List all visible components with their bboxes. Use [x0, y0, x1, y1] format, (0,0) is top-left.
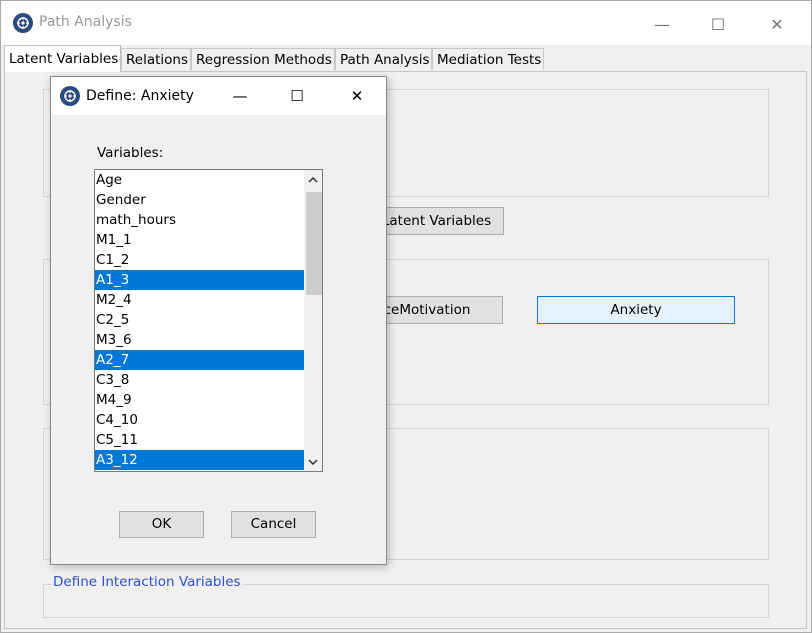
tab-regression-methods[interactable]: Regression Methods [191, 48, 335, 70]
list-item[interactable]: M3_6 [95, 330, 322, 350]
tab-relations[interactable]: Relations [121, 48, 191, 70]
list-item[interactable]: A3_12 [95, 450, 322, 470]
dialog-close-icon[interactable]: ✕ [334, 81, 380, 111]
latent-button-anxiety[interactable]: Anxiety [537, 296, 735, 324]
define-anxiety-dialog: Define: Anxiety — ☐ ✕ Variables: Age Gend… [50, 76, 387, 565]
dialog-maximize-icon[interactable]: ☐ [274, 81, 320, 111]
ok-button[interactable]: OK [119, 511, 204, 538]
list-item[interactable]: M1_1 [95, 230, 322, 250]
dialog-app-icon [60, 86, 80, 106]
list-item[interactable]: C2_5 [95, 310, 322, 330]
scroll-thumb[interactable] [306, 192, 322, 295]
list-item[interactable]: Gender [95, 190, 322, 210]
app-icon [13, 13, 33, 33]
list-item[interactable]: M4_9 [95, 390, 322, 410]
variables-listbox[interactable]: Age Gender math_hours M1_1 C1_2 A1_3 M2_4 C2_5 M… [94, 169, 323, 472]
variables-list: Age Gender math_hours M1_1 C1_2 A1_3 M2_4 C2_5 M… [95, 170, 322, 470]
list-item[interactable]: C1_2 [95, 250, 322, 270]
list-item[interactable]: math_hours [95, 210, 322, 230]
maximize-icon[interactable]: ☐ [695, 9, 741, 39]
list-item[interactable]: A2_7 [95, 350, 322, 370]
list-item[interactable]: M2_4 [95, 290, 322, 310]
close-icon[interactable]: ✕ [754, 9, 800, 39]
scroll-down-icon[interactable] [304, 453, 322, 470]
variables-label: Variables: [97, 145, 164, 161]
minimize-icon[interactable]: — [639, 9, 685, 39]
list-scrollbar[interactable] [304, 170, 322, 471]
list-item[interactable]: C4_10 [95, 410, 322, 430]
tab-mediation-tests[interactable]: Mediation Tests [432, 48, 544, 70]
list-item[interactable]: C5_11 [95, 430, 322, 450]
list-item[interactable]: Age [95, 170, 322, 190]
cancel-button[interactable]: Cancel [231, 511, 316, 538]
list-item[interactable]: C3_8 [95, 370, 322, 390]
tab-path-analysis[interactable]: Path Analysis [335, 48, 432, 70]
define-interaction-variables-label: Define Interaction Variables [53, 574, 243, 590]
dialog-titlebar[interactable]: Define: Anxiety — ☐ ✕ [51, 77, 386, 115]
main-titlebar[interactable]: Path Analysis — ☐ ✕ [1, 1, 811, 45]
scroll-up-icon[interactable] [304, 171, 322, 188]
tab-latent-variables[interactable]: Latent Variables [4, 45, 121, 72]
dialog-title: Define: Anxiety [86, 88, 194, 104]
tab-strip: Latent Variables Relations Regression Me… [4, 45, 544, 72]
list-item[interactable]: A1_3 [95, 270, 322, 290]
dialog-minimize-icon[interactable]: — [217, 81, 263, 111]
latent-variables-button[interactable]: Latent Variables [369, 207, 504, 235]
main-window-title: Path Analysis [39, 14, 132, 30]
